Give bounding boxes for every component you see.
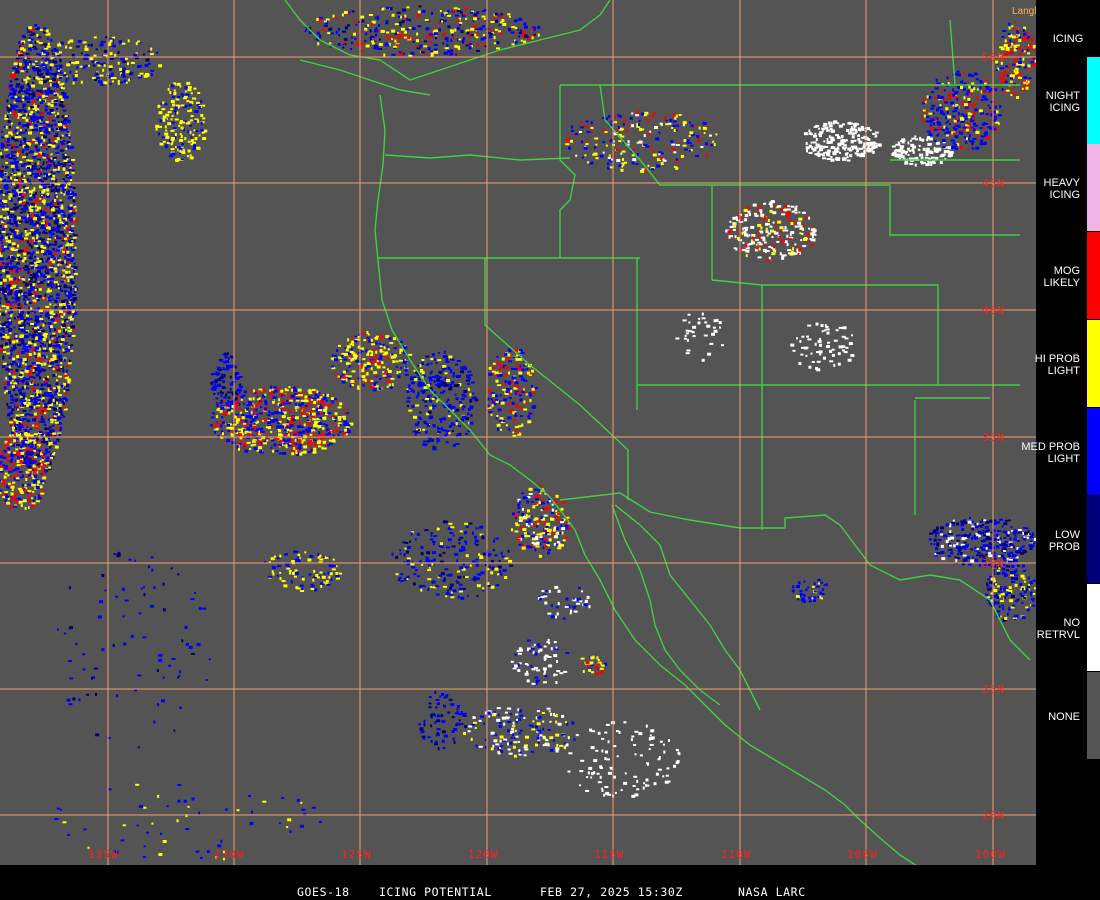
latitude-label: 50N xyxy=(982,51,1005,64)
legend-swatch-mog-likely xyxy=(1087,232,1100,319)
legend-swatch-heavy-icing xyxy=(1087,144,1100,231)
icing-map[interactable]: 135W 130W 125W 120W 115W 110W 105W 100W 50N 45N 40… xyxy=(0,0,1036,865)
legend-label-hi-prob-light: HI PROB LIGHT xyxy=(1034,353,1080,377)
state-borders xyxy=(284,0,1031,865)
latitude-label: 20N xyxy=(982,809,1005,822)
footer-agency: NASA LARC xyxy=(738,885,806,899)
legend-swatch-hi-prob-light xyxy=(1087,320,1100,407)
latitude-label: 25N xyxy=(982,683,1005,696)
longitude-label: 130W xyxy=(214,848,245,861)
latitude-label: 35N xyxy=(982,431,1005,444)
legend-label-no-retrvl: NO RETRVL xyxy=(1036,617,1080,641)
legend-swatch-med-prob-light xyxy=(1087,408,1100,495)
legend-label-med-prob-light: MED PROB LIGHT xyxy=(1021,441,1080,465)
legend-swatch-none xyxy=(1087,672,1100,759)
map-footer: GOES-18 ICING POTENTIAL FEB 27, 2025 15:… xyxy=(0,885,1036,900)
longitude-label: 115W xyxy=(594,848,625,861)
legend-label-mog-likely: MOG LIKELY xyxy=(1043,265,1081,289)
longitude-label: 120W xyxy=(468,848,499,861)
longitude-label: 110W xyxy=(721,848,752,861)
legend-swatch-low-prob xyxy=(1087,496,1100,583)
legend-label-night-icing: NIGHT ICING xyxy=(1045,90,1080,114)
legend-label-none: NONE xyxy=(1048,711,1080,723)
footer-datetime: FEB 27, 2025 15:30Z xyxy=(540,885,683,899)
longitude-label: 105W xyxy=(847,848,878,861)
legend-swatch-no-retrvl xyxy=(1087,584,1100,671)
legend-swatch-night-icing xyxy=(1087,57,1100,144)
latitude-label: 40N xyxy=(982,304,1005,317)
legend-title: ICING xyxy=(1052,33,1084,45)
footer-product: ICING POTENTIAL xyxy=(379,885,492,899)
icing-clouds xyxy=(0,5,1036,861)
latitude-label: 30N xyxy=(982,557,1005,570)
latitude-label: 45N xyxy=(982,177,1005,190)
longitude-label: 135W xyxy=(88,848,119,861)
longitude-label: 125W xyxy=(341,848,372,861)
longitude-label: 100W xyxy=(975,848,1006,861)
legend-label-low-prob: LOW PROB xyxy=(1048,529,1080,553)
map-canvas: 135W 130W 125W 120W 115W 110W 105W 100W 50N 45N 40… xyxy=(0,0,1036,865)
legend-label-heavy-icing: HEAVY ICING xyxy=(1043,177,1080,201)
footer-satellite: GOES-18 xyxy=(297,885,350,899)
